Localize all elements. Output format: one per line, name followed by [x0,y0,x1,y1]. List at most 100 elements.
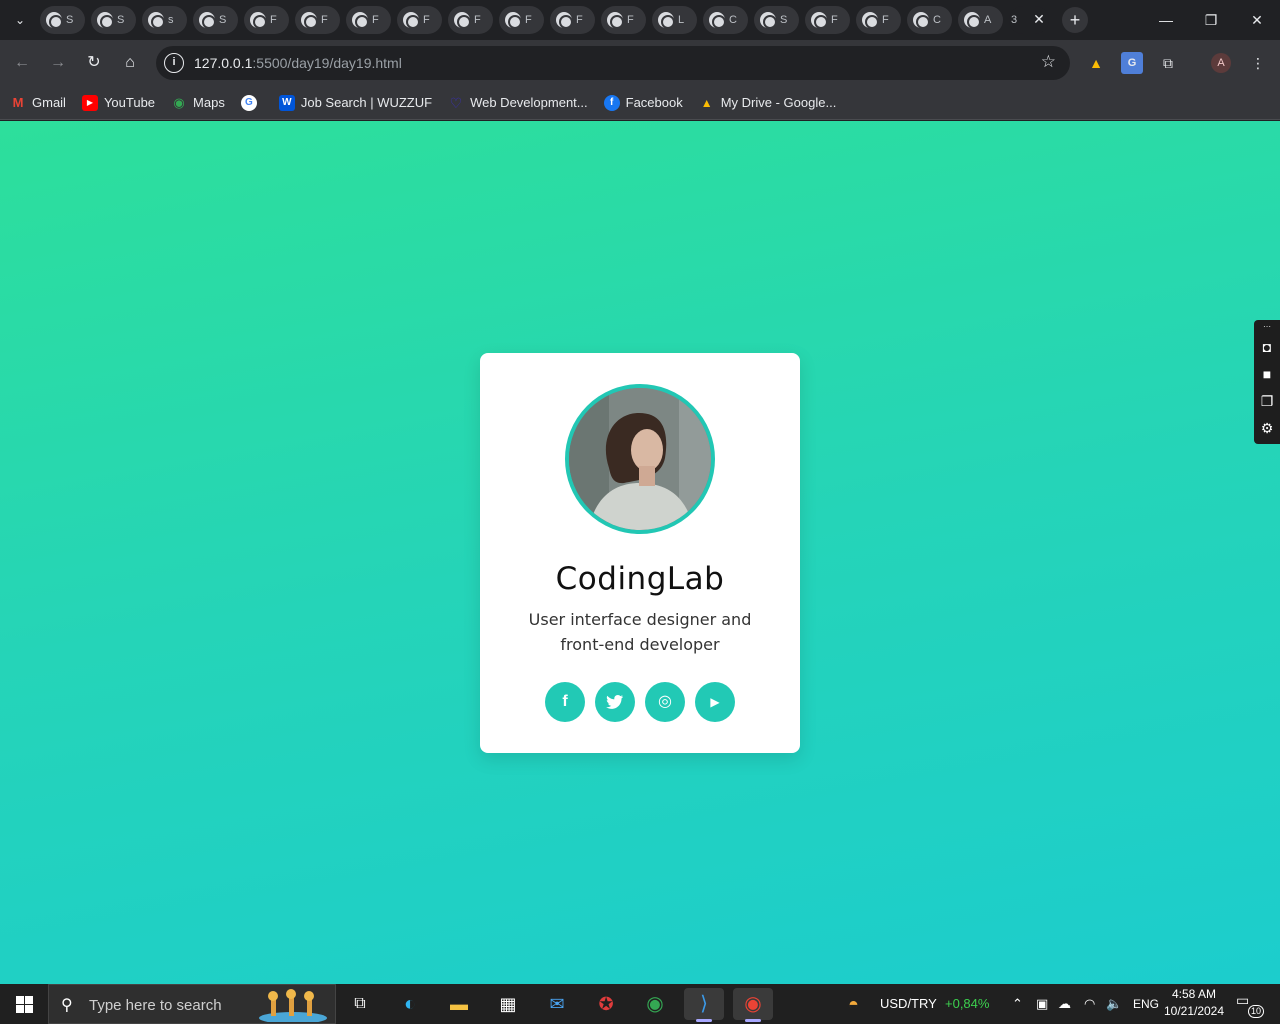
back-icon[interactable]: ← [10,51,34,75]
camera-icon[interactable]: ◘ [1254,334,1280,361]
address-bar[interactable]: i 127.0.0.1:5500/day19/day19.html ☆ [156,46,1070,80]
running-indicator [696,1019,712,1022]
tab[interactable]: s [142,6,187,34]
widget-menu-icon[interactable]: ⋯ [1254,320,1280,334]
site-info-icon[interactable]: i [164,53,184,73]
mail-icon[interactable]: ✉ [537,988,577,1020]
globe-icon [811,12,828,29]
tab[interactable]: S [193,6,238,34]
tab[interactable]: C [703,6,748,34]
tab[interactable]: A [958,6,1003,34]
reload-icon[interactable]: ↻ [82,51,106,75]
tab[interactable]: F [346,6,391,34]
bookmark-star-icon[interactable]: ☆ [1041,52,1056,72]
wifi-icon[interactable]: ◠ [1084,984,1095,1024]
minimize-icon[interactable]: — [1152,6,1180,34]
url-text[interactable]: 127.0.0.1:5500/day19/day19.html [194,55,402,71]
volume-icon[interactable]: 🔈 [1106,984,1122,1024]
ticker-symbol[interactable]: USD/TRY [880,984,937,1024]
tab[interactable]: F [601,6,646,34]
bookmark-web-development[interactable]: ♡ Web Development... [448,95,588,111]
file-explorer-icon[interactable]: ▬ [439,988,479,1020]
tab[interactable]: F [856,6,901,34]
profile-avatar[interactable]: A [1211,53,1231,73]
bookmark-label: Facebook [625,95,683,110]
instagram-icon[interactable]: ◎ [645,682,685,722]
video-camera-icon[interactable]: ■ [1254,361,1280,388]
tab[interactable]: F [295,6,340,34]
tab[interactable]: F [550,6,595,34]
currency-ticker-icon: ◓ [848,994,859,1014]
facebook-icon[interactable]: f [545,682,585,722]
browser-menu-icon[interactable]: ⋮ [1247,52,1269,74]
drive-icon: ▲ [700,95,713,110]
security-app-icon[interactable]: ✪ [586,988,626,1020]
chrome-profile-icon[interactable]: ◉ [733,988,773,1022]
globe-icon [964,12,981,29]
social-links: f ◎ ▶ [545,682,735,722]
start-button[interactable] [0,984,48,1024]
new-tab-button[interactable]: + [1062,7,1088,33]
tab[interactable]: S [40,6,85,34]
tab[interactable]: F [499,6,544,34]
close-tab-icon[interactable]: ✕ [1030,10,1048,28]
globe-icon [148,12,165,29]
bookmark-maps[interactable]: ◉ Maps [171,95,224,111]
bookmark-facebook[interactable]: f Facebook [603,94,683,111]
tab[interactable]: F [397,6,442,34]
bookmark-google[interactable]: G [240,94,263,111]
notification-center-icon[interactable]: ▭ 10 [1236,992,1264,1018]
language-indicator[interactable]: ENG [1133,984,1159,1024]
tab[interactable]: F [805,6,850,34]
windows-icon[interactable]: ❐ [1254,388,1280,415]
edge-icon[interactable]: ◐ [390,988,430,1020]
windows-logo-pane [25,1005,33,1013]
twitter-icon[interactable] [595,682,635,722]
extensions-puzzle-icon[interactable]: ⧉ [1157,52,1179,74]
meet-now-icon[interactable]: ▣ [1036,984,1048,1024]
tab[interactable]: S [91,6,136,34]
home-icon[interactable]: ⌂ [118,51,142,75]
tab[interactable]: F [448,6,493,34]
tab[interactable]: S [754,6,799,34]
tab-title: S [66,14,74,26]
tab-title: F [270,14,277,26]
youtube-icon[interactable]: ▶ [695,682,735,722]
page-viewport: CodingLab User interface designer and fr… [0,121,1280,984]
tab[interactable]: C [907,6,952,34]
globe-icon [658,12,675,29]
tab-title: s [168,14,174,26]
globe-icon [403,12,420,29]
gmail-icon: M [12,94,24,110]
profile-card: CodingLab User interface designer and fr… [480,353,800,753]
chrome-icon[interactable]: ◉ [635,988,675,1020]
close-window-icon[interactable]: ✕ [1243,6,1271,34]
globe-icon [556,12,573,29]
bookmark-youtube[interactable]: ▶ YouTube [81,94,155,111]
gear-icon[interactable]: ⚙ [1254,415,1280,442]
search-placeholder: Type here to search [89,997,222,1014]
tab[interactable]: F [244,6,289,34]
onedrive-icon[interactable]: ☁ [1058,984,1071,1024]
chevron-up-icon[interactable]: ⌃ [1012,984,1023,1024]
bookmark-wuzzuf[interactable]: W Job Search | WUZZUF [278,94,433,111]
forward-icon[interactable]: → [46,51,70,75]
tab-title: F [627,14,634,26]
clock[interactable]: 4:58 AM 10/21/2024 [1158,986,1230,1020]
bookmark-label: Job Search | WUZZUF [300,95,433,110]
vscode-icon[interactable]: ⟩ [684,988,724,1022]
tab-title: F [474,14,481,26]
tab[interactable]: L [652,6,697,34]
bookmark-my-drive[interactable]: ▲ My Drive - Google... [699,95,837,111]
tab-search-menu-icon[interactable]: ⌄ [8,8,32,32]
restore-icon[interactable]: ❐ [1197,6,1225,34]
profile-avatar-image [565,384,715,534]
task-view-icon[interactable]: ⧉ [340,988,380,1020]
google-drive-extension-icon[interactable]: ▲ [1085,52,1107,74]
tab-title: L [678,14,685,26]
microsoft-store-icon[interactable]: ▦ [488,988,528,1020]
google-translate-extension-icon[interactable]: G [1121,52,1143,74]
bookmark-gmail[interactable]: M Gmail [10,95,66,111]
globe-icon [97,12,114,29]
taskbar-search-box[interactable]: ⚲ Type here to search [48,984,336,1024]
